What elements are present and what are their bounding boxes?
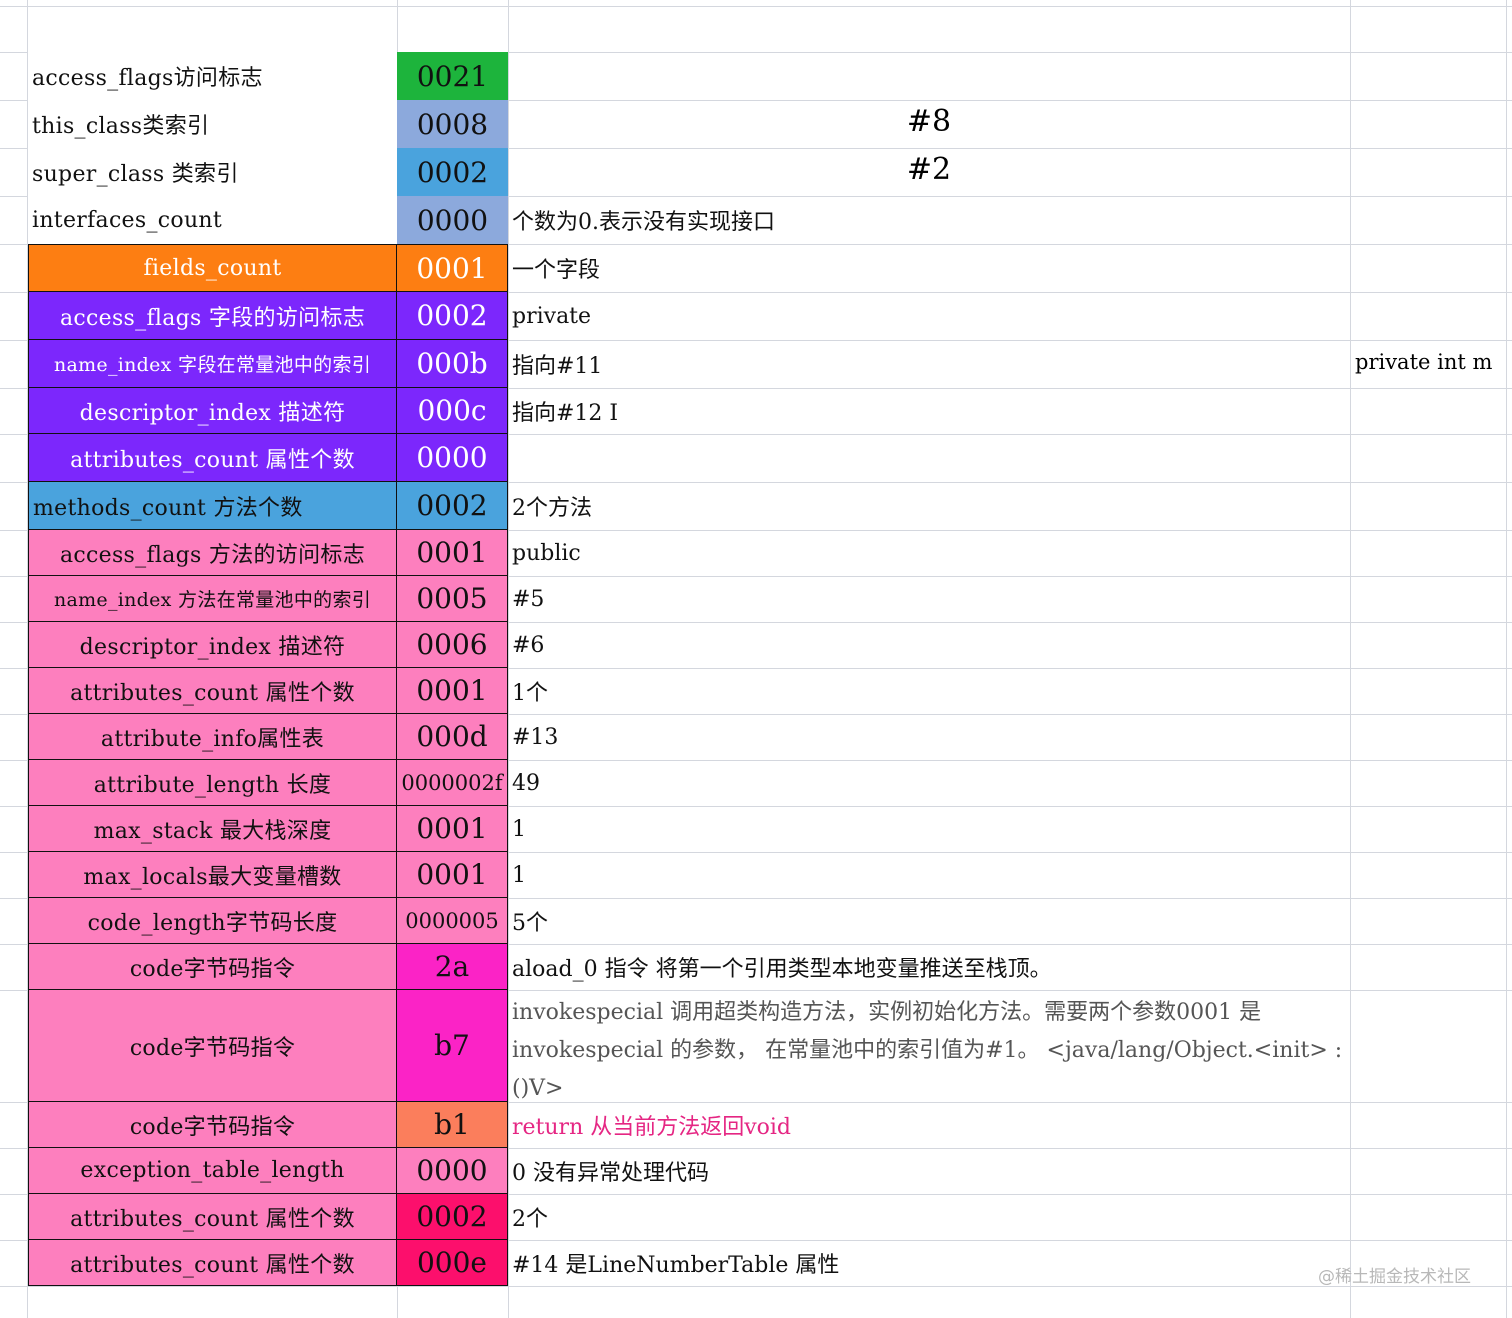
- field-label-cell[interactable]: max_stack 最大栈深度: [28, 806, 397, 852]
- hex-value-cell[interactable]: 0001: [397, 806, 508, 852]
- hex-value-cell[interactable]: 0002: [397, 1194, 508, 1240]
- hex-value-cell[interactable]: 0002: [397, 292, 508, 340]
- field-label-cell[interactable]: code_length字节码长度: [28, 898, 397, 944]
- field-label-cell[interactable]: access_flags访问标志: [28, 52, 397, 100]
- hex-value-cell[interactable]: b7: [397, 990, 508, 1102]
- hex-value-cell[interactable]: b1: [397, 1102, 508, 1148]
- field-note[interactable]: private int m: [1355, 350, 1505, 374]
- hex-value-cell[interactable]: 0002: [397, 148, 508, 196]
- hex-value-cell[interactable]: 0002: [397, 482, 508, 530]
- description-cell[interactable]: public: [508, 530, 1350, 576]
- field-label-cell[interactable]: this_class类索引: [28, 100, 397, 148]
- description-cell[interactable]: 0 没有异常处理代码: [508, 1148, 1350, 1194]
- watermark: @稀土掘金技术社区: [1318, 1267, 1471, 1287]
- description-cell[interactable]: 个数为0.表示没有实现接口: [508, 196, 1350, 244]
- hex-value-cell[interactable]: 0000005: [397, 898, 508, 944]
- hex-value-cell[interactable]: 0008: [397, 100, 508, 148]
- description-cell[interactable]: 1: [508, 806, 1350, 852]
- spreadsheet: access_flags访问标志 0021 this_class类索引 0008 sup…: [0, 0, 1512, 1318]
- description-cell[interactable]: #6: [508, 622, 1350, 668]
- hex-value-cell[interactable]: 000e: [397, 1240, 508, 1286]
- field-label-cell[interactable]: descriptor_index 描述符: [28, 388, 397, 434]
- hex-value-cell[interactable]: 0005: [397, 576, 508, 622]
- field-label-cell[interactable]: attributes_count 属性个数: [28, 434, 397, 482]
- hex-value-cell[interactable]: 0000: [397, 434, 508, 482]
- hex-value-cell[interactable]: 0006: [397, 622, 508, 668]
- field-label-cell[interactable]: code字节码指令: [28, 990, 397, 1102]
- field-label-cell[interactable]: attributes_count 属性个数: [28, 668, 397, 714]
- hex-value-cell[interactable]: 0001: [397, 244, 508, 292]
- description-cell[interactable]: 2个: [508, 1194, 1350, 1240]
- description-cell[interactable]: [508, 52, 1350, 100]
- field-label-cell[interactable]: attribute_info属性表: [28, 714, 397, 760]
- grid-line-horizontal: [0, 6, 1512, 7]
- description-cell[interactable]: 指向#11: [508, 340, 1350, 388]
- description-cell[interactable]: 指向#12 I: [508, 388, 1350, 434]
- field-label-cell[interactable]: code字节码指令: [28, 1102, 397, 1148]
- field-label-cell[interactable]: attributes_count 属性个数: [28, 1240, 397, 1286]
- hex-value-cell[interactable]: 0000002f: [397, 760, 508, 806]
- field-label-cell[interactable]: name_index 方法在常量池中的索引: [28, 576, 397, 622]
- hex-value-cell[interactable]: 0000: [397, 196, 508, 244]
- grid-line-horizontal: [0, 1286, 1512, 1287]
- field-label-cell[interactable]: methods_count 方法个数: [28, 482, 397, 530]
- description-cell[interactable]: #13: [508, 714, 1350, 760]
- description-cell[interactable]: aload_0 指令 将第一个引用类型本地变量推送至栈顶。: [508, 944, 1350, 990]
- description-cell[interactable]: 2个方法: [508, 482, 1350, 530]
- field-label-cell[interactable]: attribute_length 长度: [28, 760, 397, 806]
- field-label-cell[interactable]: exception_table_length: [28, 1148, 397, 1194]
- field-label-cell[interactable]: access_flags 字段的访问标志: [28, 292, 397, 340]
- description-cell[interactable]: 一个字段: [508, 244, 1350, 292]
- description-cell[interactable]: 5个: [508, 898, 1350, 944]
- hex-value-cell[interactable]: 2a: [397, 944, 508, 990]
- field-label-cell[interactable]: access_flags 方法的访问标志: [28, 530, 397, 576]
- hex-value-cell[interactable]: 000b: [397, 340, 508, 388]
- super-class-ref[interactable]: #2: [508, 152, 1350, 187]
- grid-line-vertical: [1506, 0, 1507, 1318]
- hex-value-cell[interactable]: 0000: [397, 1148, 508, 1194]
- hex-value-cell[interactable]: 0001: [397, 530, 508, 576]
- field-label-cell[interactable]: interfaces_count: [28, 196, 397, 244]
- hex-value-cell[interactable]: 000d: [397, 714, 508, 760]
- field-label-cell[interactable]: descriptor_index 描述符: [28, 622, 397, 668]
- description-cell[interactable]: [508, 434, 1350, 482]
- this-class-ref[interactable]: #8: [508, 104, 1350, 139]
- field-label-cell[interactable]: max_locals最大变量槽数: [28, 852, 397, 898]
- description-cell[interactable]: return 从当前方法返回void: [508, 1102, 1350, 1148]
- field-label-cell[interactable]: name_index 字段在常量池中的索引: [28, 340, 397, 388]
- description-cell[interactable]: 1个: [508, 668, 1350, 714]
- description-cell[interactable]: #14 是LineNumberTable 属性: [508, 1240, 1350, 1286]
- field-label-cell[interactable]: super_class 类索引: [28, 148, 397, 196]
- description-cell[interactable]: #5: [508, 576, 1350, 622]
- hex-value-cell[interactable]: 000c: [397, 388, 508, 434]
- description-cell[interactable]: private: [508, 292, 1350, 340]
- field-label-cell[interactable]: code字节码指令: [28, 944, 397, 990]
- description-cell[interactable]: invokespecial 调用超类构造方法，实例初始化方法。需要两个参数000…: [508, 990, 1350, 1102]
- description-cell[interactable]: 49: [508, 760, 1350, 806]
- hex-value-cell[interactable]: 0001: [397, 668, 508, 714]
- description-cell[interactable]: 1: [508, 852, 1350, 898]
- field-label-cell[interactable]: attributes_count 属性个数: [28, 1194, 397, 1240]
- hex-value-cell[interactable]: 0021: [397, 52, 508, 100]
- field-label-cell[interactable]: fields_count: [28, 244, 397, 292]
- hex-value-cell[interactable]: 0001: [397, 852, 508, 898]
- grid-line-vertical: [1350, 0, 1351, 1318]
